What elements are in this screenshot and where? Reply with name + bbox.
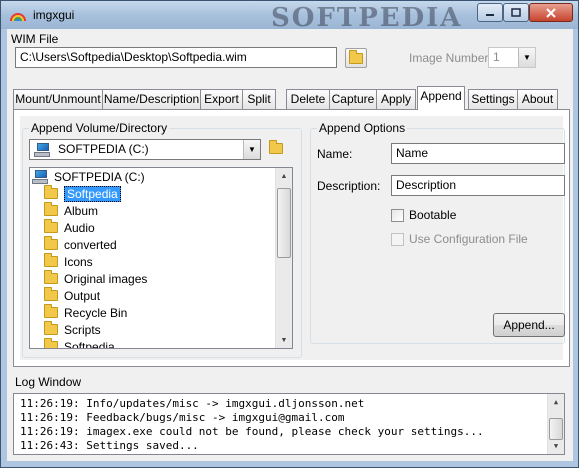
maximize-button[interactable] [503,3,529,22]
tab-apply[interactable]: Apply [376,89,416,109]
folder-icon [44,253,58,267]
tree-item-recycle-bin[interactable]: Recycle Bin [44,304,127,321]
use-config-label: Use Configuration File [409,232,528,246]
append-tab-panel: Append Volume/Directory SOFTPEDIA (C:) ▼… [13,109,570,367]
image-number-select[interactable]: 1 ▼ [488,47,536,68]
tab-export[interactable]: Export [200,89,243,109]
tree-root-label: SOFTPEDIA (C:) [54,169,145,184]
tab-split[interactable]: Split [242,89,276,109]
append-options-group-title: Append Options [317,121,408,135]
tree-item-label: Output [64,288,101,303]
minimize-button[interactable] [477,3,503,22]
scroll-up-icon[interactable]: ▲ [276,168,292,184]
log-line: 11:26:19: Feedback/bugs/misc -> imgxgui@… [20,411,345,424]
folder-icon [44,236,58,250]
browse-folder-button[interactable] [269,140,283,157]
tree-root[interactable]: SOFTPEDIA (C:) [32,168,145,185]
client-area: WIM File C:\Users\Softpedia\Desktop\Soft… [7,29,573,461]
tree-item-album[interactable]: Album [44,202,98,219]
folder-icon [44,202,58,216]
drive-select[interactable]: SOFTPEDIA (C:) ▼ [29,139,261,160]
tree-item-label: Scripts [64,322,101,337]
log-scrollbar[interactable]: ▲ ▼ [547,394,564,454]
close-button[interactable] [529,3,573,22]
chevron-down-icon[interactable]: ▼ [243,140,260,159]
app-window: imgxgui SOFTPEDIA WIM File C:\Users\Soft… [0,0,579,468]
open-folder-icon [349,49,363,64]
scroll-thumb[interactable] [549,418,563,440]
tree-item-output[interactable]: Output [44,287,100,304]
drive-icon [34,143,50,157]
rainbow-app-icon [10,13,26,22]
tree-item-softpedia[interactable]: Softpedia [44,185,121,202]
title-bar[interactable]: imgxgui SOFTPEDIA [1,1,578,33]
image-number-value: 1 [493,50,500,64]
wim-file-label: WIM File [11,32,59,46]
tree-item-label: Softpedia [64,185,121,202]
log-window[interactable]: 11:26:19: Info/updates/misc -> imgxgui.d… [13,393,565,455]
tree-item-label: Audio [64,220,95,235]
tree-item-icons[interactable]: Icons [44,253,93,270]
log-line: 11:26:19: Info/updates/misc -> imgxgui.d… [20,397,365,410]
name-field[interactable]: Name [391,143,565,164]
tab-append[interactable]: Append [417,86,465,110]
tab-capture[interactable]: Capture [329,89,377,109]
folder-tree[interactable]: SOFTPEDIA (C:) Softpedia Album Audio con… [29,167,293,349]
append-button[interactable]: Append... [493,313,565,337]
tab-delete[interactable]: Delete [286,89,330,109]
wim-path-field[interactable]: C:\Users\Softpedia\Desktop\Softpedia.wim [15,47,337,68]
append-options-group: Append Options Name: Name Description: D… [310,121,565,344]
append-volume-group-title: Append Volume/Directory [29,121,170,135]
close-icon [546,7,556,18]
open-folder-icon [269,140,283,154]
tree-item-label: Original images [64,271,148,286]
scroll-thumb[interactable] [277,188,291,258]
image-number-label: Image Number: [409,51,492,65]
folder-icon [44,270,58,284]
chevron-down-icon[interactable]: ▼ [518,48,535,67]
minimize-icon [486,13,494,16]
tree-item-audio[interactable]: Audio [44,219,95,236]
folder-icon [44,321,58,335]
description-label: Description: [317,179,381,193]
tree-scrollbar[interactable]: ▲ ▼ [275,168,292,348]
maximize-icon [511,8,521,17]
tree-item-scripts[interactable]: Scripts [44,321,101,338]
name-label: Name: [317,147,353,161]
folder-icon [44,219,58,233]
tab-about[interactable]: About [517,89,558,109]
description-field[interactable]: Description [391,175,565,196]
tab-name-description[interactable]: Name/Description [102,89,201,109]
folder-icon [44,287,58,301]
browse-wim-button[interactable] [345,48,367,68]
log-line: 11:26:43: Settings saved... [20,439,199,452]
append-panel-body: Append Volume/Directory SOFTPEDIA (C:) ▼… [20,116,565,360]
tree-item-original-images[interactable]: Original images [44,270,147,287]
drive-icon [32,169,48,184]
log-line: 11:26:19: imagex.exe could not be found,… [20,425,484,438]
window-title: imgxgui [33,8,75,22]
tree-item-label: Album [64,203,99,218]
append-volume-group: Append Volume/Directory SOFTPEDIA (C:) ▼… [22,121,302,358]
tree-item-softpedia-2[interactable]: Softpedia [44,338,115,349]
bootable-checkbox[interactable] [391,209,404,222]
tree-item-converted[interactable]: converted [44,236,117,253]
folder-icon [44,338,58,348]
use-config-checkbox[interactable] [391,233,404,246]
tab-settings[interactable]: Settings [468,89,518,109]
folder-icon [44,304,58,318]
tree-item-label: converted [64,237,117,252]
scroll-down-icon[interactable]: ▼ [276,332,292,348]
tree-item-label: Recycle Bin [64,305,128,320]
drive-select-value: SOFTPEDIA (C:) [58,142,149,156]
scroll-down-icon[interactable]: ▼ [548,438,564,454]
tab-mount-unmount[interactable]: Mount/Unmount [13,89,103,109]
folder-icon [44,185,58,199]
scroll-up-icon[interactable]: ▲ [548,394,564,410]
bootable-label: Bootable [409,208,457,222]
log-window-label: Log Window [13,375,84,389]
tree-item-label: Softpedia [64,339,115,349]
tree-item-label: Icons [64,254,93,269]
